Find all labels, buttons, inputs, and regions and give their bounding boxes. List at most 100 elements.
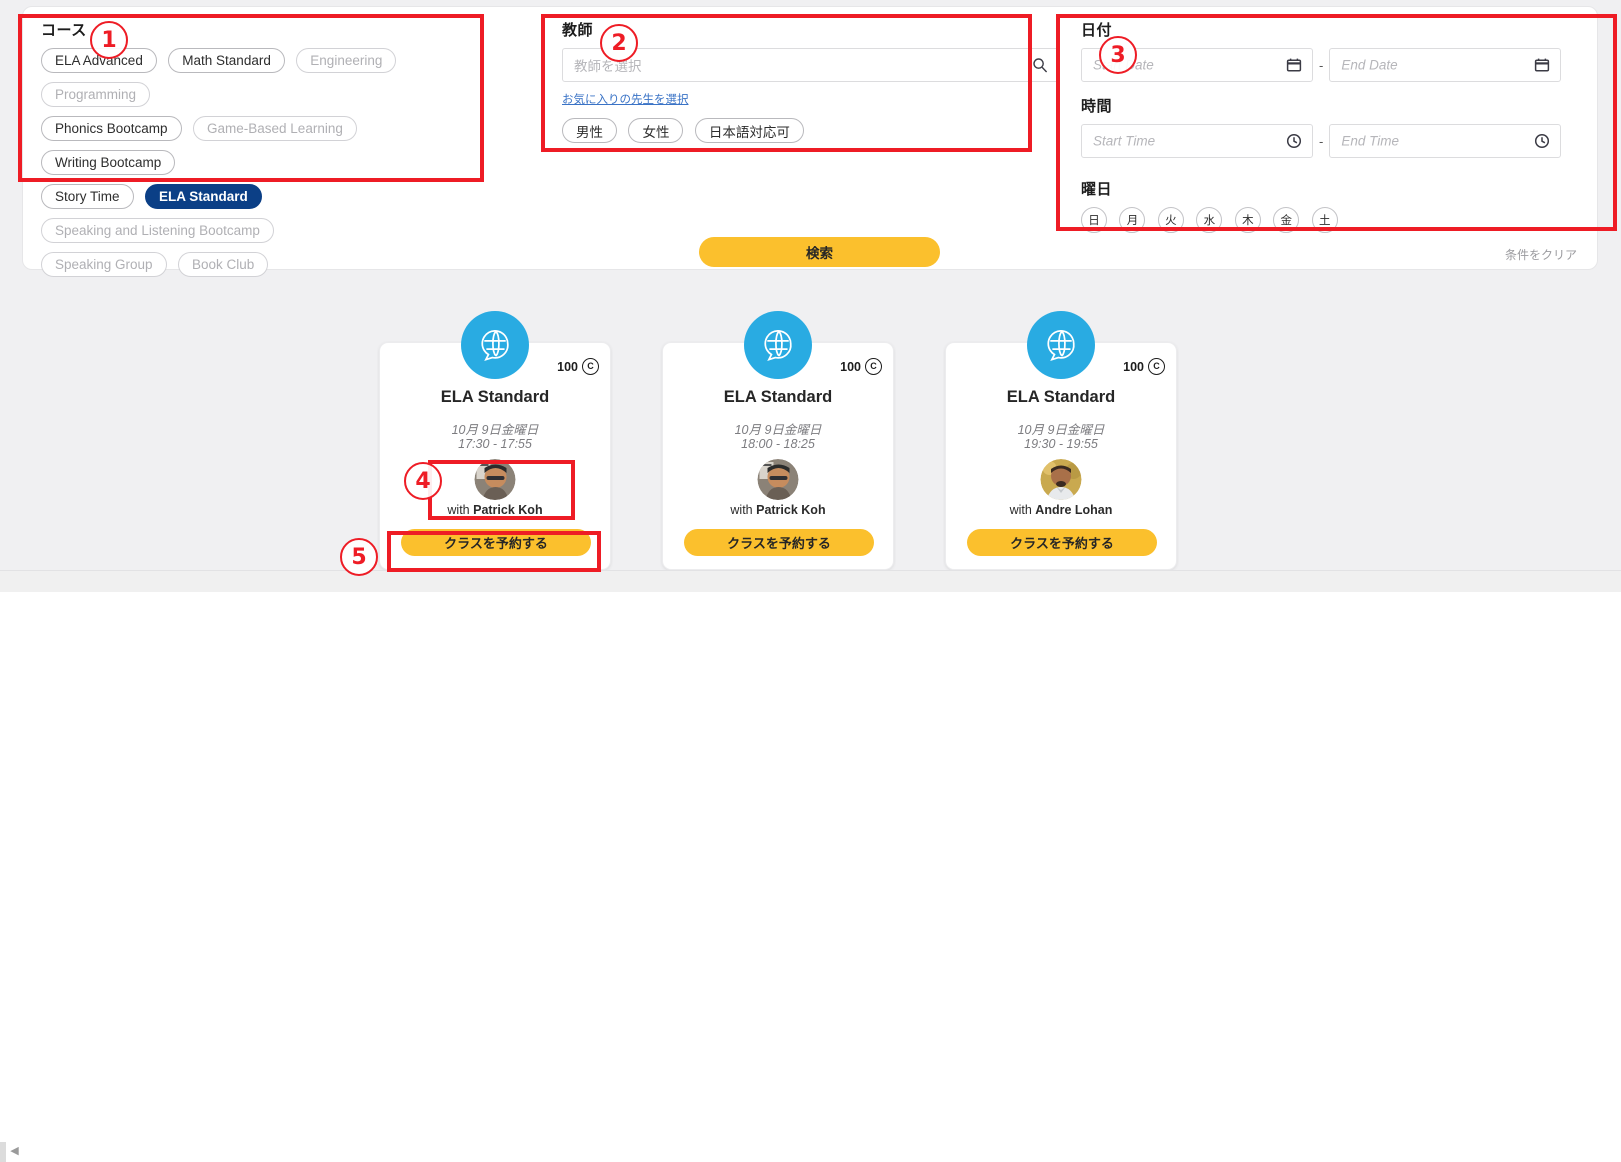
date-range-row: Start Date - End Date: [1081, 48, 1581, 82]
teacher-chip-list: 男性 女性 日本語対応可: [562, 118, 1059, 152]
credit-coin-icon: C: [582, 358, 599, 375]
class-date: 10月 9日金曜日: [734, 423, 822, 437]
course-chip-phonics-bootcamp[interactable]: Phonics Bootcamp: [41, 116, 182, 141]
credit-coin-icon: C: [865, 358, 882, 375]
course-chip-book-club[interactable]: Book Club: [178, 252, 269, 277]
class-card[interactable]: 100 C ELA Standard 10月 9日金曜日 19:30 - 19:…: [945, 311, 1177, 570]
with-prefix: with: [730, 503, 757, 517]
page-background: コース ELA Advanced Math Standard Engineeri…: [0, 0, 1621, 1162]
teacher-name: Patrick Koh: [473, 503, 543, 517]
class-date: 10月 9日金曜日: [1017, 423, 1105, 437]
class-title: ELA Standard: [1006, 388, 1116, 406]
end-time-input[interactable]: End Time: [1329, 124, 1562, 158]
courses-filter-block: コース ELA Advanced Math Standard Engineeri…: [41, 19, 505, 286]
teacher-chip-female[interactable]: 女性: [628, 118, 684, 143]
weekday-button-sun[interactable]: 日: [1081, 207, 1107, 233]
end-date-placeholder: End Date: [1341, 57, 1398, 73]
start-time-placeholder: Start Time: [1093, 133, 1156, 149]
class-time: 19:30 - 19:55: [1024, 437, 1098, 451]
teacher-name-line: with Patrick Koh: [380, 503, 610, 517]
weekday-button-group: 日 月 火 水 木 金 土: [1081, 207, 1581, 233]
with-prefix: with: [447, 503, 474, 517]
weekday-button-thu[interactable]: 木: [1234, 207, 1261, 233]
credit-amount: 100: [557, 359, 578, 374]
time-title: 時間: [1081, 98, 1113, 115]
chevron-left-icon[interactable]: ◀: [7, 1144, 22, 1159]
weekday-button-tue[interactable]: 火: [1157, 207, 1184, 233]
teacher-input-placeholder: 教師を選択: [574, 59, 642, 74]
teacher-name-line: with Andre Lohan: [946, 503, 1176, 517]
class-date: 10月 9日金曜日: [451, 423, 539, 437]
teacher-search-input[interactable]: 教師を選択: [562, 48, 1059, 82]
time-range-row: Start Time - End Time: [1081, 124, 1581, 158]
book-class-button[interactable]: クラスを予約する: [684, 529, 874, 556]
course-chip-ela-standard[interactable]: ELA Standard: [144, 184, 262, 209]
credit-amount: 100: [840, 359, 861, 374]
class-card[interactable]: 100 C ELA Standard 10月 9日金曜日 18:00 - 18:…: [662, 311, 894, 570]
class-title: ELA Standard: [440, 388, 550, 406]
book-class-button[interactable]: クラスを予約する: [967, 529, 1157, 556]
course-chip-story-time[interactable]: Story Time: [41, 184, 134, 209]
teacher-title: 教師: [562, 22, 594, 39]
weekday-button-wed[interactable]: 水: [1196, 207, 1223, 233]
search-icon[interactable]: [1032, 57, 1048, 73]
favorite-teacher-link[interactable]: お気に入りの先生を選択: [562, 91, 689, 107]
date-range-separator: -: [1319, 57, 1324, 73]
time-range-separator: -: [1319, 133, 1324, 149]
teacher-chip-japanese-ok[interactable]: 日本語対応可: [694, 118, 804, 143]
teacher-avatar[interactable]: [474, 459, 516, 500]
end-date-input[interactable]: End Date: [1329, 48, 1562, 82]
weekday-button-mon[interactable]: 月: [1119, 207, 1146, 233]
date-time-filter-block: 日付 Start Date - End Date 時間 Start Time -…: [1081, 19, 1581, 233]
course-chip-speaking-group[interactable]: Speaking Group: [41, 252, 167, 277]
globe-speech-icon: [461, 311, 529, 379]
teacher-name: Patrick Koh: [756, 503, 826, 517]
class-title: ELA Standard: [723, 388, 833, 406]
courses-title: コース: [41, 22, 87, 39]
weekday-button-fri[interactable]: 金: [1273, 207, 1300, 233]
course-chip-engineering[interactable]: Engineering: [296, 48, 397, 73]
course-chip-game-based-learning[interactable]: Game-Based Learning: [193, 116, 357, 141]
course-chip-writing-bootcamp[interactable]: Writing Bootcamp: [41, 150, 176, 175]
clear-conditions-link[interactable]: 条件をクリア: [1505, 246, 1577, 263]
start-date-input[interactable]: Start Date: [1081, 48, 1313, 82]
start-time-input[interactable]: Start Time: [1081, 124, 1313, 158]
teacher-name: Andre Lohan: [1035, 503, 1113, 517]
teacher-filter-block: 教師 教師を選択 お気に入りの先生を選択 男性 女性 日本語対応可: [562, 19, 1059, 152]
clock-icon[interactable]: [1534, 133, 1550, 149]
clock-icon[interactable]: [1286, 133, 1302, 149]
calendar-icon[interactable]: [1534, 57, 1550, 73]
search-filter-panel: コース ELA Advanced Math Standard Engineeri…: [22, 6, 1598, 277]
course-chip-ela-advanced[interactable]: ELA Advanced: [41, 48, 157, 73]
class-time: 18:00 - 18:25: [741, 437, 815, 451]
teacher-avatar[interactable]: [757, 459, 799, 500]
teacher-name-line: with Patrick Koh: [663, 503, 893, 517]
course-chip-programming[interactable]: Programming: [41, 82, 151, 107]
class-card[interactable]: 100 C ELA Standard 10月 9日金曜日 17:30 - 17:…: [379, 311, 611, 570]
course-chip-math-standard[interactable]: Math Standard: [168, 48, 285, 73]
horizontal-scrollbar[interactable]: ◀: [0, 570, 1621, 1162]
course-chip-speaking-listening-bootcamp[interactable]: Speaking and Listening Bootcamp: [41, 218, 274, 243]
with-prefix: with: [1009, 503, 1036, 517]
globe-speech-icon: [1027, 311, 1095, 379]
end-time-placeholder: End Time: [1341, 133, 1399, 149]
courses-chip-list: ELA Advanced Math Standard Engineering P…: [41, 48, 505, 286]
credit-badge: 100 C: [840, 358, 882, 375]
book-class-button[interactable]: クラスを予約する: [401, 529, 591, 556]
weekday-title: 曜日: [1081, 181, 1113, 198]
credit-amount: 100: [1123, 359, 1144, 374]
globe-speech-icon: [744, 311, 812, 379]
calendar-icon[interactable]: [1286, 57, 1302, 73]
weekday-button-sat[interactable]: 土: [1311, 207, 1338, 233]
class-time: 17:30 - 17:55: [458, 437, 532, 451]
class-results-list: 100 C ELA Standard 10月 9日金曜日 17:30 - 17:…: [0, 296, 1621, 586]
teacher-chip-male[interactable]: 男性: [562, 118, 617, 143]
credit-badge: 100 C: [1123, 358, 1165, 375]
teacher-avatar[interactable]: [1040, 459, 1082, 500]
scrollbar-left-cap[interactable]: [0, 1142, 6, 1162]
date-title: 日付: [1081, 22, 1113, 39]
search-button[interactable]: 検索: [699, 237, 940, 267]
credit-coin-icon: C: [1148, 358, 1165, 375]
start-date-placeholder: Start Date: [1093, 57, 1154, 73]
credit-badge: 100 C: [557, 358, 599, 375]
